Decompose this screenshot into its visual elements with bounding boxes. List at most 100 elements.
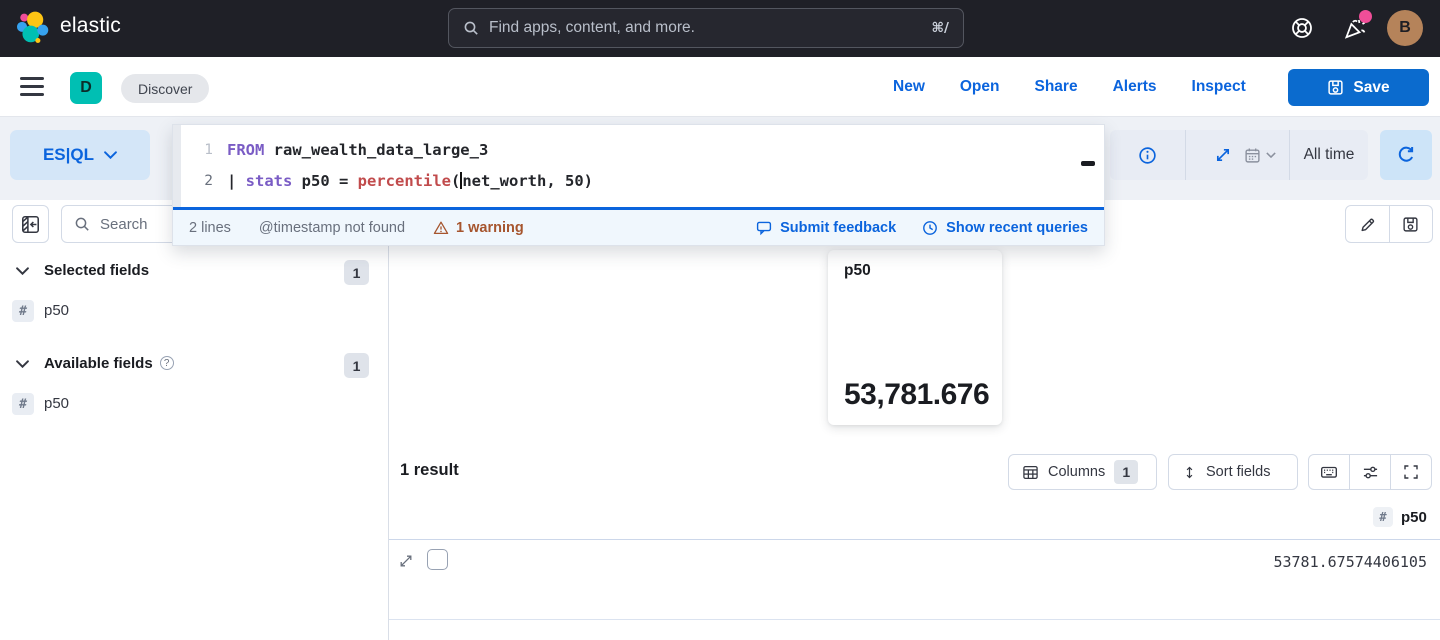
- code-line-1: FROM raw_wealth_data_large_3: [227, 135, 1104, 166]
- refresh-query-button[interactable]: [1380, 130, 1432, 180]
- show-recent-queries-label: Show recent queries: [946, 220, 1088, 236]
- edit-visualization-button[interactable]: [1346, 206, 1389, 242]
- metric-value: 53,781.676: [844, 378, 989, 412]
- save-floppy-icon: [1327, 79, 1344, 96]
- header-menu: New Open Share Alerts Inspect: [893, 57, 1246, 117]
- editor-overview-mark: [1081, 161, 1095, 166]
- results-count: 1 result: [400, 461, 459, 480]
- code-lines: FROM raw_wealth_data_large_3 | stats p50…: [213, 125, 1104, 207]
- grid-display-controls: [1308, 454, 1432, 490]
- time-range-value[interactable]: All time: [1290, 146, 1368, 164]
- search-icon: [463, 20, 479, 36]
- sort-fields-label: Sort fields: [1206, 464, 1270, 480]
- line-number-2: 2: [181, 166, 213, 197]
- calendar-icon: [1244, 147, 1261, 164]
- submit-feedback-link[interactable]: Submit feedback: [756, 220, 896, 236]
- timestamp-note: @timestamp not found: [259, 220, 405, 236]
- line-number-1: 1: [181, 135, 213, 166]
- token-keyword: stats: [246, 172, 293, 190]
- save-visualization-button[interactable]: [1389, 206, 1433, 242]
- token-plain: (: [451, 172, 460, 190]
- chevron-down-icon[interactable]: [16, 267, 29, 275]
- query-language-picker[interactable]: ES|QL: [10, 130, 150, 180]
- expand-row-icon[interactable]: [398, 553, 414, 569]
- help-lifebuoy-icon: [1290, 16, 1314, 40]
- clock-icon: [922, 220, 938, 236]
- show-recent-queries-link[interactable]: Show recent queries: [922, 220, 1088, 236]
- collapse-sidebar-button[interactable]: [12, 205, 49, 243]
- field-item-p50-selected[interactable]: # p50: [0, 300, 389, 324]
- menu-hamburger-icon[interactable]: [20, 77, 44, 96]
- selected-fields-count: 1: [344, 260, 369, 285]
- number-field-icon: #: [12, 393, 34, 415]
- fullscreen-button[interactable]: [1390, 455, 1431, 489]
- fullscreen-icon: [1403, 464, 1419, 480]
- menu-item-share[interactable]: Share: [1035, 78, 1078, 96]
- token-function: percentile: [358, 172, 451, 190]
- help-button[interactable]: [1288, 14, 1316, 42]
- keyboard-shortcuts-button[interactable]: [1309, 455, 1349, 489]
- save-button[interactable]: Save: [1288, 69, 1429, 106]
- save-floppy-icon: [1402, 216, 1419, 233]
- menu-item-alerts[interactable]: Alerts: [1113, 78, 1157, 96]
- newsfeed-button[interactable]: [1340, 14, 1368, 42]
- metric-visualization-card[interactable]: p50 53,781.676: [828, 250, 1002, 425]
- field-item-p50-available[interactable]: # p50: [0, 393, 389, 417]
- discover-app: elastic ⌘/ B: [0, 0, 1440, 640]
- app-toolbar: D Discover New Open Share Alerts Inspect…: [0, 57, 1440, 117]
- esql-code-area[interactable]: 1 2 FROM raw_wealth_data_large_3 | stats…: [173, 125, 1104, 207]
- line-numbers: 1 2: [181, 125, 213, 207]
- brand-name: elastic: [60, 14, 121, 38]
- sort-fields-button[interactable]: Sort fields: [1168, 454, 1298, 490]
- table-columns-icon: [1022, 464, 1039, 481]
- search-shortcut-hint: ⌘/: [932, 20, 949, 36]
- elastic-logo-icon[interactable]: [16, 11, 51, 46]
- menu-item-inspect[interactable]: Inspect: [1192, 78, 1246, 96]
- date-quick-select-button[interactable]: [1230, 130, 1290, 180]
- number-field-icon: #: [12, 300, 34, 322]
- menu-item-open[interactable]: Open: [960, 78, 1000, 96]
- global-header: elastic ⌘/ B: [0, 0, 1440, 57]
- editor-status-bar: 2 lines @timestamp not found 1 warning S…: [173, 210, 1104, 245]
- feedback-bubble-icon: [756, 220, 772, 236]
- lines-count: 2 lines: [189, 220, 231, 236]
- warning-count-label: 1 warning: [456, 220, 524, 236]
- global-search-input[interactable]: [489, 19, 932, 37]
- chevron-down-icon: [104, 151, 117, 159]
- metric-label: p50: [844, 262, 871, 280]
- editor-gutter-strip: [173, 125, 181, 207]
- sliders-icon: [1362, 464, 1379, 481]
- sort-updown-icon: [1182, 465, 1197, 480]
- available-fields-section: Available fields? 1: [0, 353, 389, 379]
- chevron-down-icon[interactable]: [16, 360, 29, 368]
- notification-dot: [1359, 10, 1372, 23]
- columns-button-label: Columns: [1048, 464, 1105, 480]
- query-info-button[interactable]: [1110, 130, 1185, 180]
- global-search[interactable]: ⌘/: [448, 8, 964, 48]
- visualization-actions: [1345, 205, 1433, 243]
- search-icon: [74, 216, 90, 232]
- refresh-icon: [1396, 145, 1416, 165]
- available-fields-text: Available fields: [44, 355, 153, 372]
- token-keyword: FROM: [227, 141, 264, 159]
- info-icon: [1138, 146, 1157, 165]
- breadcrumb[interactable]: Discover: [121, 74, 209, 103]
- warning-triangle-icon: [433, 220, 449, 236]
- selected-fields-label: Selected fields: [44, 262, 149, 279]
- help-question-icon[interactable]: ?: [160, 356, 174, 370]
- column-name: p50: [1401, 509, 1427, 526]
- grid-column-header-p50[interactable]: # p50: [1373, 507, 1427, 527]
- warning-indicator[interactable]: 1 warning: [433, 220, 524, 236]
- row-select-checkbox[interactable]: [427, 549, 448, 570]
- esql-editor: 1 2 FROM raw_wealth_data_large_3 | stats…: [172, 124, 1105, 246]
- app-icon-badge[interactable]: D: [70, 72, 102, 104]
- keyboard-icon: [1320, 463, 1338, 481]
- user-avatar[interactable]: B: [1387, 10, 1423, 46]
- token-plain: |: [227, 172, 246, 190]
- columns-button[interactable]: Columns 1: [1008, 454, 1157, 490]
- save-button-label: Save: [1353, 79, 1389, 97]
- selected-fields-section: Selected fields 1: [0, 260, 389, 286]
- menu-item-new[interactable]: New: [893, 78, 925, 96]
- display-options-button[interactable]: [1349, 455, 1390, 489]
- field-name: p50: [44, 302, 69, 319]
